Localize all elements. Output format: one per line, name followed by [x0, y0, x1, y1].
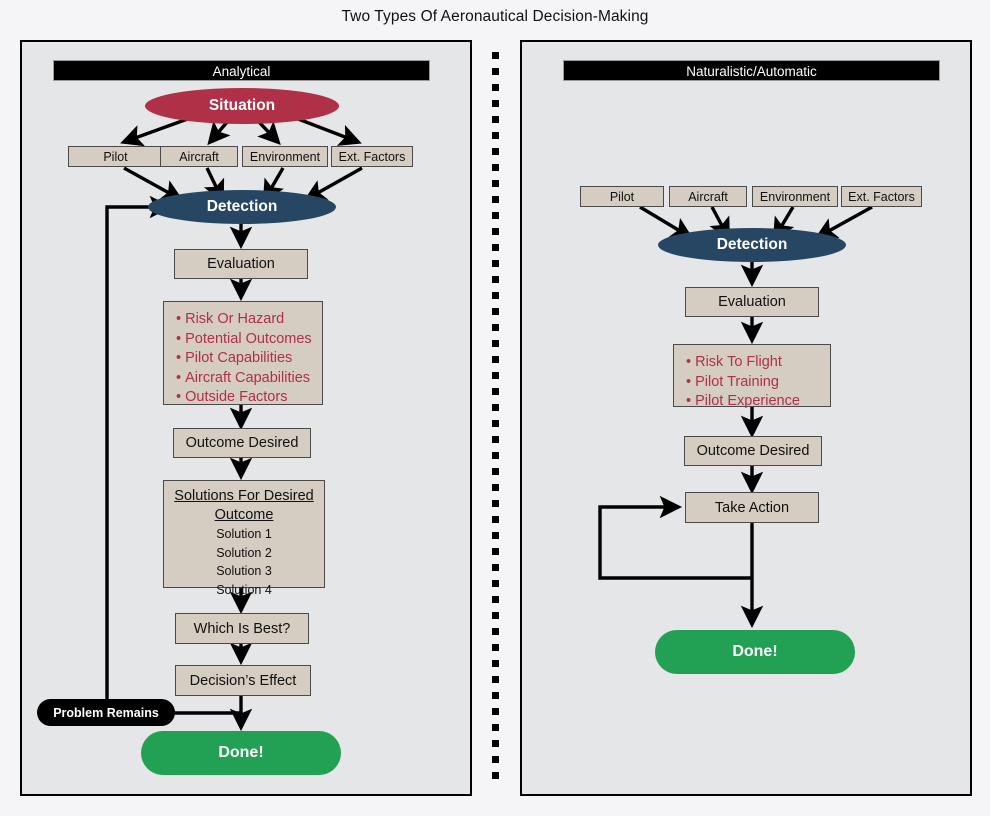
node-factor-ext-factors[interactable]: Ext. Factors — [331, 146, 413, 167]
node-solutions[interactable]: Solutions For Desired Outcome Solution 1… — [163, 480, 325, 597]
list-item: Outside Factors — [176, 388, 312, 408]
list-item: Potential Outcomes — [176, 330, 312, 350]
panel-divider — [492, 52, 499, 784]
node-factor-aircraft[interactable]: Aircraft — [160, 146, 238, 167]
node-which-is-best[interactable]: Which Is Best? — [175, 613, 309, 644]
node-factor-pilot[interactable]: Pilot — [68, 146, 163, 167]
node-factor-pilot[interactable]: Pilot — [580, 186, 664, 207]
list-item: Risk To Flight — [686, 353, 820, 373]
node-done-analytical[interactable]: Done! — [141, 731, 341, 775]
list-item: Pilot Training — [686, 373, 820, 393]
list-item: Solution 3 — [216, 564, 272, 578]
node-take-action[interactable]: Take Action — [685, 492, 819, 523]
list-item: Solution 4 — [216, 582, 272, 597]
panel-naturalistic — [520, 40, 972, 796]
node-decisions-effect[interactable]: Decision’s Effect — [175, 665, 311, 696]
node-outcome-desired[interactable]: Outcome Desired — [684, 436, 822, 466]
node-factor-environment[interactable]: Environment — [752, 186, 838, 207]
node-problem-remains[interactable]: Problem Remains — [37, 699, 175, 726]
page-title: Two Types Of Aeronautical Decision-Makin… — [341, 8, 649, 25]
node-factor-environment[interactable]: Environment — [242, 146, 328, 167]
list-risk-considerations: Risk To Flight Pilot Training Pilot Expe… — [673, 344, 831, 409]
solutions-title: Solutions For Desired Outcome — [174, 488, 314, 523]
node-factor-aircraft[interactable]: Aircraft — [669, 186, 747, 207]
node-situation[interactable]: Situation — [145, 88, 339, 124]
list-item: Solution 1 — [216, 527, 272, 541]
node-outcome-desired[interactable]: Outcome Desired — [173, 428, 311, 458]
node-detection[interactable]: Detection — [658, 228, 846, 262]
list-item: Aircraft Capabilities — [176, 369, 312, 389]
list-item: Pilot Experience — [686, 392, 820, 412]
node-evaluation[interactable]: Evaluation — [685, 287, 819, 317]
list-risk-considerations: Risk Or Hazard Potential Outcomes Pilot … — [163, 301, 323, 405]
diagram-canvas: Two Types Of Aeronautical Decision-Makin… — [0, 0, 990, 816]
panel-header-analytical: Analytical — [53, 60, 430, 81]
node-done-naturalistic[interactable]: Done! — [655, 630, 855, 674]
node-detection[interactable]: Detection — [148, 190, 336, 224]
panel-header-naturalistic: Naturalistic/Automatic — [563, 60, 940, 81]
list-item: Risk Or Hazard — [176, 310, 312, 330]
list-item: Pilot Capabilities — [176, 349, 312, 369]
node-factor-ext-factors[interactable]: Ext. Factors — [841, 186, 922, 207]
node-evaluation[interactable]: Evaluation — [174, 249, 308, 279]
list-item: Solution 2 — [216, 545, 272, 560]
